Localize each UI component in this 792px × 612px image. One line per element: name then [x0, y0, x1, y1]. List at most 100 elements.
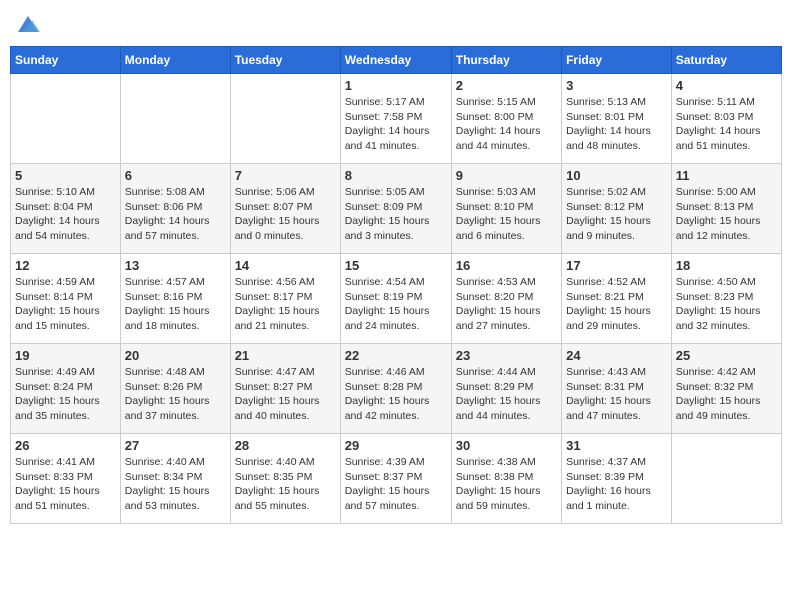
calendar-cell: 29Sunrise: 4:39 AM Sunset: 8:37 PM Dayli… — [340, 434, 451, 524]
day-number: 9 — [456, 168, 557, 183]
col-header-sunday: Sunday — [11, 47, 121, 74]
calendar-cell: 28Sunrise: 4:40 AM Sunset: 8:35 PM Dayli… — [230, 434, 340, 524]
day-number: 10 — [566, 168, 667, 183]
calendar-cell: 1 Sunrise: 5:17 AM Sunset: 7:58 PM Daylig… — [340, 74, 451, 164]
col-header-tuesday: Tuesday — [230, 47, 340, 74]
col-header-friday: Friday — [562, 47, 672, 74]
calendar-cell: 18 Sunrise: 4:50 AM Sunset: 8:23 PM Dayli… — [671, 254, 781, 344]
day-number: 6 — [125, 168, 226, 183]
calendar-week-row: 5 Sunrise: 5:10 AM Sunset: 8:04 PM Daylig… — [11, 164, 782, 254]
calendar-header-row: SundayMondayTuesdayWednesdayThursdayFrid… — [11, 47, 782, 74]
day-info: Sunrise: 4:40 AM Sunset: 8:34 PM Dayligh… — [125, 455, 226, 514]
day-info: Sunrise: 4:59 AM Sunset: 8:14 PM Dayligh… — [15, 275, 116, 334]
day-number: 15 — [345, 258, 447, 273]
day-number: 30 — [456, 438, 557, 453]
calendar-cell: 17Sunrise: 4:52 AM Sunset: 8:21 PM Dayli… — [562, 254, 672, 344]
day-number: 22 — [345, 348, 447, 363]
calendar-cell: 2 Sunrise: 5:15 AM Sunset: 8:00 PM Daylig… — [451, 74, 561, 164]
day-number: 24 — [566, 348, 667, 363]
day-info: Sunrise: 5:13 AM Sunset: 8:01 PM Dayligh… — [566, 95, 667, 154]
calendar-cell: 31Sunrise: 4:37 AM Sunset: 8:39 PM Dayli… — [562, 434, 672, 524]
day-info: Sunrise: 5:06 AM Sunset: 8:07 PM Dayligh… — [235, 185, 336, 244]
day-number: 18 — [676, 258, 777, 273]
day-info: Sunrise: 4:53 AM Sunset: 8:20 PM Dayligh… — [456, 275, 557, 334]
day-number: 29 — [345, 438, 447, 453]
calendar-cell: 11 Sunrise: 5:00 AM Sunset: 8:13 PM Dayli… — [671, 164, 781, 254]
calendar-cell — [230, 74, 340, 164]
calendar-cell: 15 Sunrise: 4:54 AM Sunset: 8:19 PM Dayli… — [340, 254, 451, 344]
calendar-cell: 13Sunrise: 4:57 AM Sunset: 8:16 PM Dayli… — [120, 254, 230, 344]
day-info: Sunrise: 4:41 AM Sunset: 8:33 PM Dayligh… — [15, 455, 116, 514]
day-info: Sunrise: 4:46 AM Sunset: 8:28 PM Dayligh… — [345, 365, 447, 424]
day-number: 20 — [125, 348, 226, 363]
day-info: Sunrise: 4:38 AM Sunset: 8:38 PM Dayligh… — [456, 455, 557, 514]
day-info: Sunrise: 4:43 AM Sunset: 8:31 PM Dayligh… — [566, 365, 667, 424]
calendar-cell: 9 Sunrise: 5:03 AM Sunset: 8:10 PM Daylig… — [451, 164, 561, 254]
day-info: Sunrise: 5:08 AM Sunset: 8:06 PM Dayligh… — [125, 185, 226, 244]
calendar-cell: 4 Sunrise: 5:11 AM Sunset: 8:03 PM Daylig… — [671, 74, 781, 164]
calendar-week-row: 26 Sunrise: 4:41 AM Sunset: 8:33 PM Dayli… — [11, 434, 782, 524]
day-number: 26 — [15, 438, 116, 453]
day-info: Sunrise: 5:05 AM Sunset: 8:09 PM Dayligh… — [345, 185, 447, 244]
day-info: Sunrise: 5:15 AM Sunset: 8:00 PM Dayligh… — [456, 95, 557, 154]
day-info: Sunrise: 4:47 AM Sunset: 8:27 PM Dayligh… — [235, 365, 336, 424]
calendar-cell: 26 Sunrise: 4:41 AM Sunset: 8:33 PM Dayli… — [11, 434, 121, 524]
calendar-cell: 10Sunrise: 5:02 AM Sunset: 8:12 PM Dayli… — [562, 164, 672, 254]
header — [10, 10, 782, 38]
day-number: 3 — [566, 78, 667, 93]
day-number: 27 — [125, 438, 226, 453]
calendar-cell: 30 Sunrise: 4:38 AM Sunset: 8:38 PM Dayli… — [451, 434, 561, 524]
calendar-cell: 12 Sunrise: 4:59 AM Sunset: 8:14 PM Dayli… — [11, 254, 121, 344]
calendar-cell: 25 Sunrise: 4:42 AM Sunset: 8:32 PM Dayli… — [671, 344, 781, 434]
day-info: Sunrise: 4:49 AM Sunset: 8:24 PM Dayligh… — [15, 365, 116, 424]
calendar-cell: 16 Sunrise: 4:53 AM Sunset: 8:20 PM Dayli… — [451, 254, 561, 344]
day-info: Sunrise: 5:00 AM Sunset: 8:13 PM Dayligh… — [676, 185, 777, 244]
day-info: Sunrise: 5:17 AM Sunset: 7:58 PM Dayligh… — [345, 95, 447, 154]
day-number: 14 — [235, 258, 336, 273]
calendar-week-row: 1 Sunrise: 5:17 AM Sunset: 7:58 PM Daylig… — [11, 74, 782, 164]
col-header-thursday: Thursday — [451, 47, 561, 74]
day-number: 5 — [15, 168, 116, 183]
day-number: 8 — [345, 168, 447, 183]
day-number: 17 — [566, 258, 667, 273]
calendar-cell: 24 Sunrise: 4:43 AM Sunset: 8:31 PM Dayli… — [562, 344, 672, 434]
day-info: Sunrise: 4:40 AM Sunset: 8:35 PM Dayligh… — [235, 455, 336, 514]
calendar-table: SundayMondayTuesdayWednesdayThursdayFrid… — [10, 46, 782, 524]
calendar-cell: 21 Sunrise: 4:47 AM Sunset: 8:27 PM Dayli… — [230, 344, 340, 434]
day-number: 25 — [676, 348, 777, 363]
day-info: Sunrise: 5:10 AM Sunset: 8:04 PM Dayligh… — [15, 185, 116, 244]
calendar-cell: 3 Sunrise: 5:13 AM Sunset: 8:01 PM Daylig… — [562, 74, 672, 164]
day-info: Sunrise: 4:54 AM Sunset: 8:19 PM Dayligh… — [345, 275, 447, 334]
day-number: 11 — [676, 168, 777, 183]
calendar-cell: 23 Sunrise: 4:44 AM Sunset: 8:29 PM Dayli… — [451, 344, 561, 434]
logo — [14, 10, 46, 38]
day-info: Sunrise: 5:03 AM Sunset: 8:10 PM Dayligh… — [456, 185, 557, 244]
day-info: Sunrise: 4:48 AM Sunset: 8:26 PM Dayligh… — [125, 365, 226, 424]
day-number: 16 — [456, 258, 557, 273]
day-number: 1 — [345, 78, 447, 93]
day-info: Sunrise: 4:50 AM Sunset: 8:23 PM Dayligh… — [676, 275, 777, 334]
day-number: 23 — [456, 348, 557, 363]
calendar-cell: 14Sunrise: 4:56 AM Sunset: 8:17 PM Dayli… — [230, 254, 340, 344]
calendar-cell: 6 Sunrise: 5:08 AM Sunset: 8:06 PM Daylig… — [120, 164, 230, 254]
day-number: 31 — [566, 438, 667, 453]
day-info: Sunrise: 4:42 AM Sunset: 8:32 PM Dayligh… — [676, 365, 777, 424]
day-info: Sunrise: 4:44 AM Sunset: 8:29 PM Dayligh… — [456, 365, 557, 424]
calendar-cell — [671, 434, 781, 524]
calendar-cell — [11, 74, 121, 164]
logo-icon — [14, 10, 42, 38]
col-header-saturday: Saturday — [671, 47, 781, 74]
day-number: 7 — [235, 168, 336, 183]
calendar-cell: 8 Sunrise: 5:05 AM Sunset: 8:09 PM Daylig… — [340, 164, 451, 254]
calendar-week-row: 12 Sunrise: 4:59 AM Sunset: 8:14 PM Dayli… — [11, 254, 782, 344]
calendar-week-row: 19Sunrise: 4:49 AM Sunset: 8:24 PM Dayli… — [11, 344, 782, 434]
day-number: 12 — [15, 258, 116, 273]
day-number: 4 — [676, 78, 777, 93]
col-header-wednesday: Wednesday — [340, 47, 451, 74]
calendar-cell: 27 Sunrise: 4:40 AM Sunset: 8:34 PM Dayli… — [120, 434, 230, 524]
calendar-cell: 22 Sunrise: 4:46 AM Sunset: 8:28 PM Dayli… — [340, 344, 451, 434]
day-number: 2 — [456, 78, 557, 93]
day-number: 21 — [235, 348, 336, 363]
day-number: 13 — [125, 258, 226, 273]
day-info: Sunrise: 5:11 AM Sunset: 8:03 PM Dayligh… — [676, 95, 777, 154]
